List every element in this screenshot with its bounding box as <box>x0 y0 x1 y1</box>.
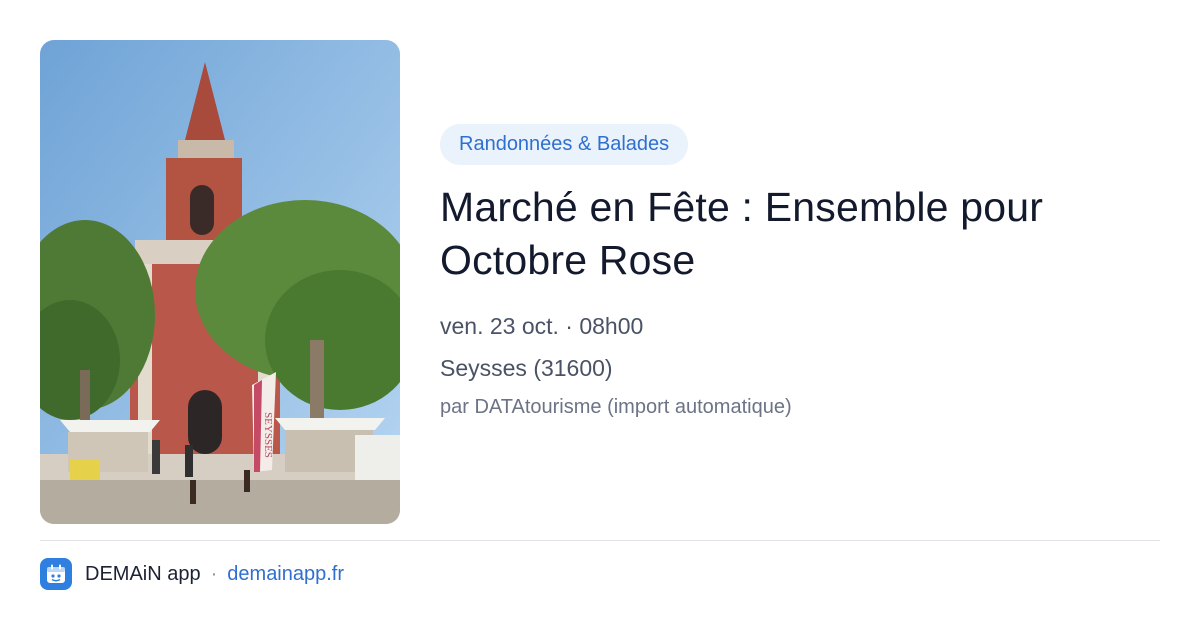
event-datetime: ven. 23 oct. · 08h00 <box>440 313 644 339</box>
footer: DEMAiN app · demainapp.fr <box>40 558 344 590</box>
demain-app-logo-icon[interactable] <box>40 558 72 590</box>
category-badge[interactable]: Randonnées & Balades <box>440 124 689 165</box>
event-title: Marché en Fête : Ensemble pour Octobre R… <box>440 184 1044 283</box>
event-info: Randonnées & Balades Marché en Fête : En… <box>440 124 1160 419</box>
banner-text: SEYSSES <box>262 412 274 458</box>
event-location: Seysses (31600) <box>440 355 613 381</box>
event-photo: SEYSSES <box>40 40 400 524</box>
church-market-photo: SEYSSES <box>40 40 400 524</box>
app-website-link[interactable]: demainapp.fr <box>227 563 344 586</box>
footer-separator: · <box>210 562 218 585</box>
footer-divider <box>40 540 1160 541</box>
app-name: DEMAiN app <box>85 562 201 585</box>
event-source: par DATAtourisme (import automatique) <box>440 396 792 418</box>
